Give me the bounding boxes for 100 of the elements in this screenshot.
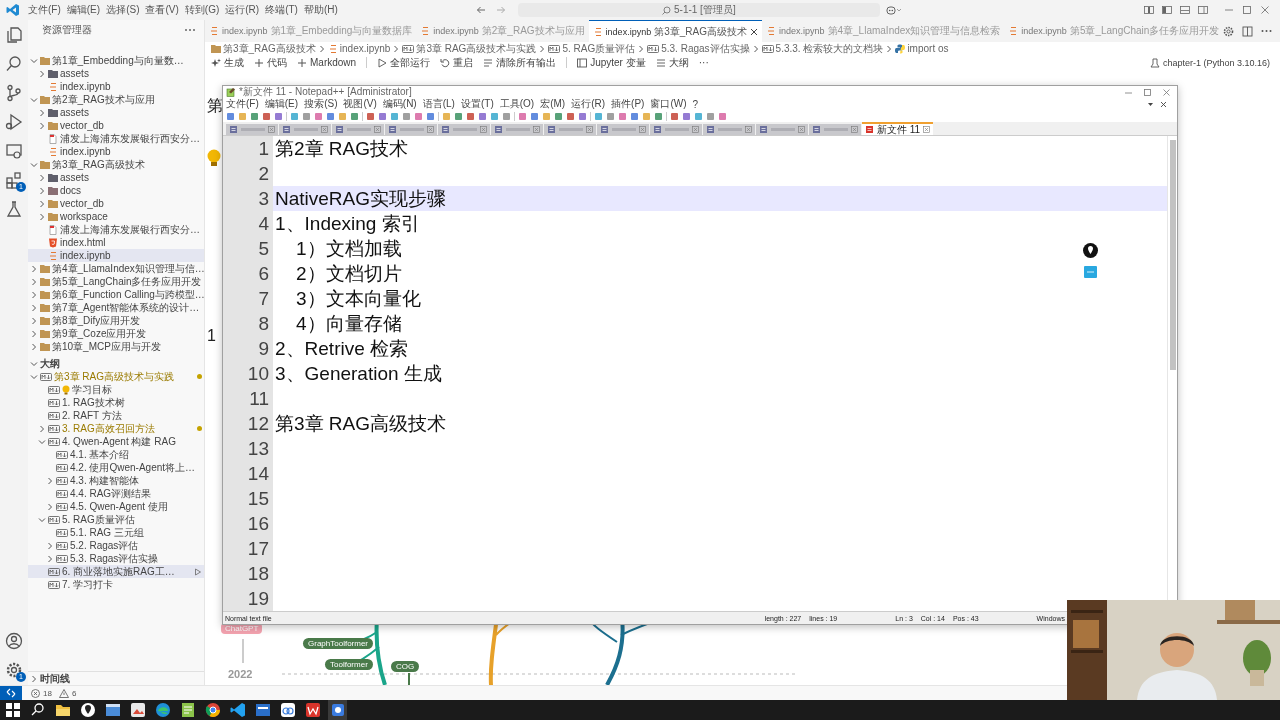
file-tree-item[interactable]: 第6章_Function Calling与跨模型… (28, 288, 204, 301)
editor-tab[interactable]: index.ipynb 第1章_Embedding与向量数据库 (205, 20, 417, 42)
toolbar-button[interactable]: Markdown (297, 57, 357, 68)
chevron-right-icon[interactable] (38, 108, 46, 117)
settings-icon[interactable] (1223, 25, 1235, 37)
file-tab[interactable] (438, 124, 490, 135)
chevron-right-icon[interactable] (38, 173, 46, 182)
file-tab[interactable] (385, 124, 437, 135)
chevron-right-icon[interactable] (30, 316, 38, 325)
close-icon[interactable] (749, 27, 758, 36)
chevron-right-icon[interactable] (317, 44, 326, 53)
file-tree-item[interactable]: assets (28, 106, 204, 119)
breadcrumb-item[interactable]: index.ipynb (327, 43, 391, 54)
files-icon[interactable] (5, 26, 23, 44)
editor-tab[interactable]: index.ipynb 第2章_RAG技术与应用 (416, 20, 589, 42)
browser-icon[interactable] (203, 701, 222, 719)
chevron-right-icon[interactable] (38, 121, 46, 130)
outline-item[interactable]: 1. RAG技术树 (28, 396, 204, 409)
location-pin-icon[interactable] (78, 701, 97, 719)
outline-item[interactable]: 2. RAFT 方法 (28, 409, 204, 422)
account-icon[interactable] (5, 632, 23, 650)
toolbar-button[interactable]: ··· (698, 57, 709, 68)
outline-item[interactable]: 6. 商业落地实施RAG工… (28, 565, 204, 578)
file-tab[interactable] (332, 124, 384, 135)
toolbar-button[interactable]: 大纲 (655, 55, 689, 70)
chevron-down-icon[interactable] (38, 437, 46, 446)
breadcrumb-item[interactable]: import os (895, 43, 949, 54)
file-tree-item[interactable]: index.ipynb (28, 145, 204, 158)
section-title[interactable]: 大纲 (40, 356, 60, 371)
file-tab[interactable] (491, 124, 543, 135)
outline-item[interactable]: 7. 学习打卡 (28, 578, 204, 591)
menu-item[interactable]: 宏(M) (540, 97, 566, 111)
file-tree-item[interactable]: docs (28, 184, 204, 197)
menu-item[interactable]: 编辑(E) (66, 3, 101, 17)
more-icon[interactable] (184, 28, 196, 32)
editor-tab[interactable]: index.ipynb 第5章_LangChain多任务应用开发 (1004, 20, 1224, 42)
remote-indicator[interactable] (0, 686, 22, 700)
menu-item[interactable]: 插件(P) (611, 97, 645, 111)
menu-item[interactable]: 终端(T) (265, 3, 298, 17)
chevron-right-icon[interactable] (38, 212, 46, 221)
forward-arrow-icon[interactable] (495, 5, 506, 15)
file-tab[interactable]: 新文件 11 (862, 122, 934, 135)
play-icon[interactable] (194, 567, 202, 576)
chevron-right-icon[interactable] (637, 44, 646, 53)
testing-flask-icon[interactable] (5, 200, 23, 218)
menu-item[interactable]: 语言(L) (422, 97, 455, 111)
chevron-right-icon[interactable] (30, 674, 38, 683)
split-editor-icon[interactable] (1242, 25, 1254, 37)
toolbar-button[interactable]: 清除所有输出 (483, 55, 557, 70)
file-tab[interactable] (544, 124, 596, 135)
breadcrumb-item[interactable]: 5.3. Ragas评估实操 (647, 41, 750, 56)
editor-tab[interactable]: index.ipynb 第3章_RAG高级技术 (588, 20, 762, 42)
menu-item[interactable]: 搜索(S) (304, 97, 338, 111)
chevron-right-icon[interactable] (538, 44, 547, 53)
outline-item[interactable]: 4. Qwen-Agent 构建 RAG (28, 435, 204, 448)
file-tree-item[interactable]: workspace (28, 210, 204, 223)
breadcrumb-item[interactable]: 第3章 RAG高级技术与实践 (402, 41, 537, 56)
menu-item[interactable]: 设置(T) (460, 97, 494, 111)
breadcrumb-item[interactable]: 第3章_RAG高级技术 (211, 41, 316, 56)
file-tree-item[interactable]: index.html (28, 236, 204, 249)
menu-item[interactable]: 查看(V) (145, 3, 179, 17)
chevron-down-icon[interactable] (30, 160, 38, 169)
file-tab[interactable] (809, 124, 861, 135)
chevron-down-icon[interactable] (30, 95, 38, 104)
code-editor-icon[interactable] (228, 701, 247, 719)
toolbar-button[interactable]: Jupyter 变量 (577, 55, 646, 70)
file-tree-item[interactable]: assets (28, 171, 204, 184)
file-tree-item[interactable]: vector_db (28, 197, 204, 210)
file-tree-item[interactable]: 第8章_Dify应用开发 (28, 314, 204, 327)
file-tab[interactable] (597, 124, 649, 135)
chevron-right-icon[interactable] (46, 541, 54, 550)
outline-item[interactable]: 4.3. 构建智能体 (28, 474, 204, 487)
breadcrumb-item[interactable]: 5.3.3. 检索较大的文档块 (761, 41, 884, 56)
chevron-down-icon[interactable] (30, 359, 38, 368)
menu-item[interactable]: 视图(V) (343, 97, 377, 111)
layout-icon[interactable] (1144, 5, 1154, 15)
remote-explorer-icon[interactable] (5, 142, 23, 160)
file-tree-item[interactable]: index.ipynb (28, 249, 204, 262)
editor-tab[interactable]: index.ipynb 第4章_LlamaIndex知识管理与信息检索 (761, 20, 1005, 42)
browser-icon[interactable] (153, 701, 172, 719)
outline-item[interactable]: 4.5. Qwen-Agent 使用 (28, 500, 204, 513)
menu-item[interactable]: 工具(O) (499, 97, 535, 111)
menu-item[interactable]: ? (692, 98, 699, 110)
toolbar-button[interactable]: 代码 (254, 55, 287, 70)
file-tree-item[interactable]: 第5章_LangChain多任务应用开发 (28, 275, 204, 288)
start-icon[interactable] (3, 701, 22, 719)
chevron-right-icon[interactable] (751, 44, 760, 53)
chevron-down-icon[interactable] (30, 372, 38, 381)
outline-item[interactable]: 4.1. 基本介绍 (28, 448, 204, 461)
chevron-right-icon[interactable] (38, 69, 46, 78)
file-tree-item[interactable]: 第2章_RAG技术与应用 (28, 93, 204, 106)
window-app-icon[interactable] (253, 701, 272, 719)
breadcrumb-item[interactable]: 5. RAG质量评估 (548, 41, 636, 56)
scrollbar-thumb[interactable] (1169, 140, 1176, 370)
outline-item[interactable]: 5. RAG质量评估 (28, 513, 204, 526)
command-search-field[interactable]: 5-1-1 [管理员] (517, 3, 880, 17)
maximize-icon[interactable] (1242, 5, 1252, 15)
menu-item[interactable]: 运行(R) (225, 3, 260, 17)
source-control-icon[interactable] (5, 84, 23, 102)
file-tree-item[interactable]: 第4章_LlamaIndex知识管理与信… (28, 262, 204, 275)
